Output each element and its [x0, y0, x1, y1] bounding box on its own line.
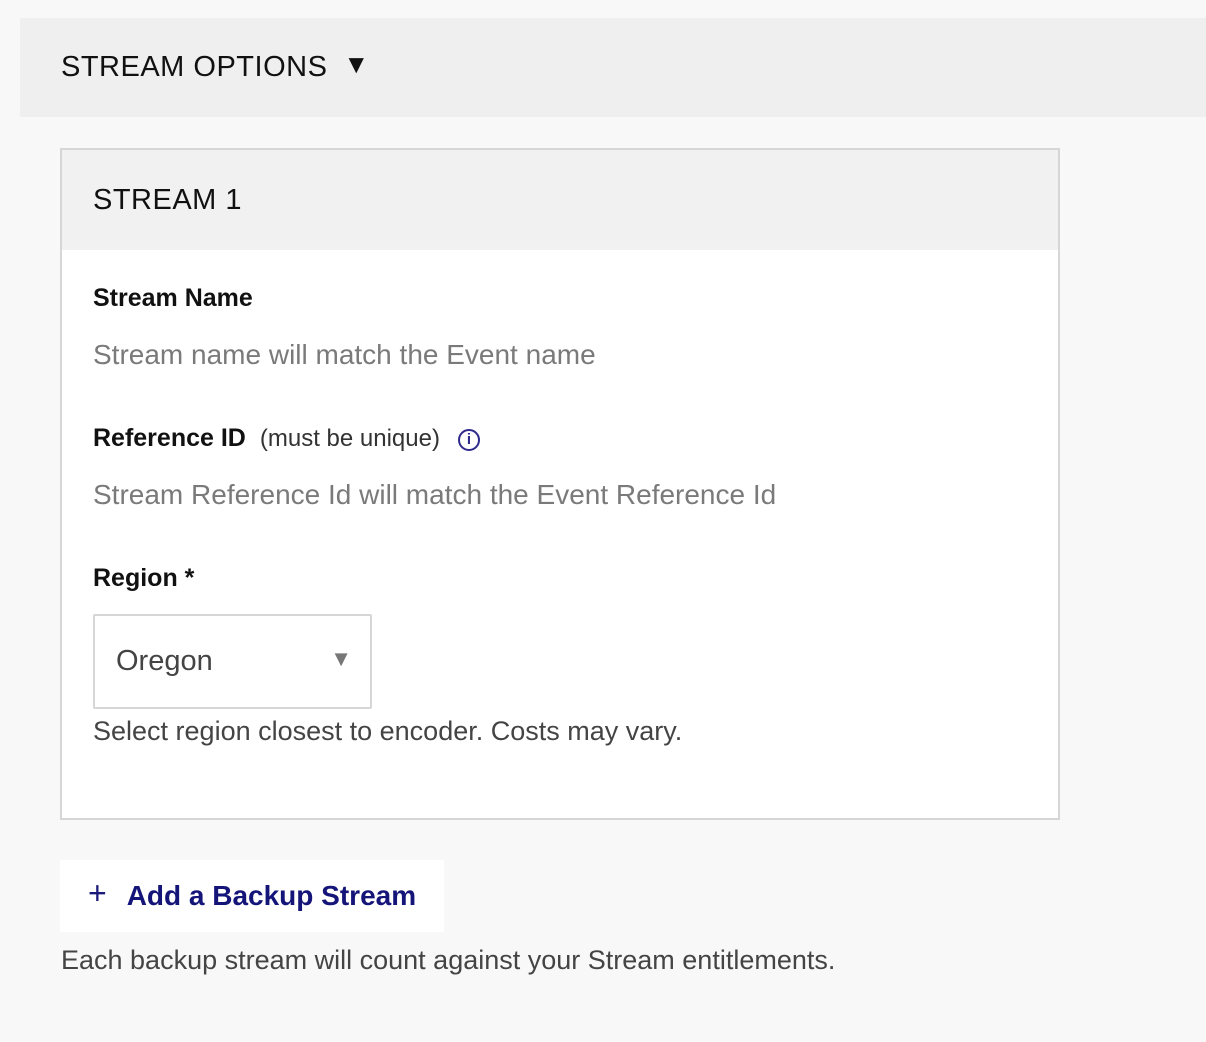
stream-title: STREAM 1: [93, 183, 243, 216]
stream-options-toggle[interactable]: STREAM OPTIONS ▼: [20, 18, 1206, 117]
region-label: Region *: [93, 564, 195, 592]
section-title: STREAM OPTIONS: [61, 51, 328, 83]
reference-id-value: Stream Reference Id will match the Event…: [93, 479, 777, 510]
reference-id-label: Reference ID (must be unique) i: [93, 424, 480, 453]
chevron-down-icon: ▼: [330, 646, 352, 671]
region-select[interactable]: Oregon ▼: [93, 614, 372, 709]
reference-id-hint: (must be unique): [259, 425, 440, 452]
triangle-down-icon: ▼: [343, 49, 370, 79]
backup-note: Each backup stream will count against yo…: [61, 945, 836, 975]
region-select-value: Oregon: [116, 645, 213, 677]
stream-card-header: STREAM 1: [62, 150, 1058, 250]
plus-icon: +: [88, 874, 107, 911]
info-icon[interactable]: i: [457, 429, 480, 451]
stream-name-value: Stream name will match the Event name: [93, 339, 596, 370]
region-help-text: Select region closest to encoder. Costs …: [93, 716, 683, 746]
add-backup-stream-button[interactable]: + Add a Backup Stream: [60, 860, 444, 932]
stream-card: STREAM 1 Stream Name Stream name will ma…: [60, 148, 1060, 820]
add-backup-stream-label: Add a Backup Stream: [126, 880, 417, 911]
stream-name-label: Stream Name: [93, 284, 253, 312]
